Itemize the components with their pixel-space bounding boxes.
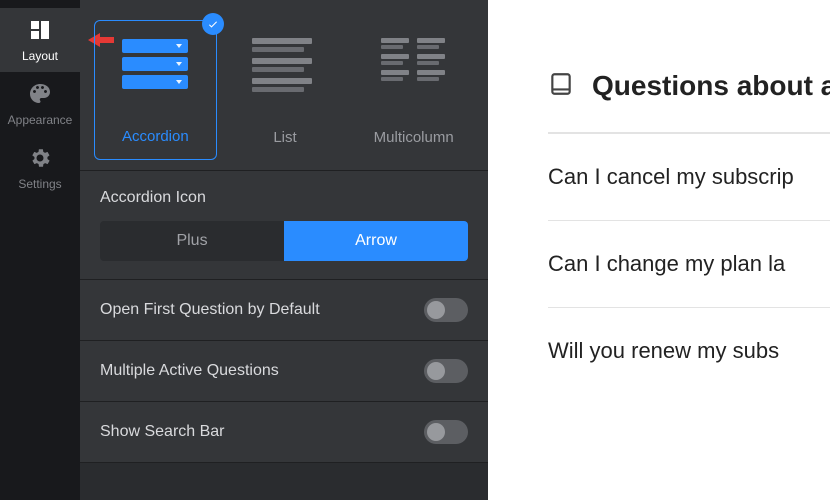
layout-option-label: Multicolumn xyxy=(374,129,454,146)
toggle-switch[interactable] xyxy=(424,359,468,383)
layout-option-multicolumn[interactable]: Multicolumn xyxy=(353,20,474,160)
sidebar-item-layout[interactable]: Layout xyxy=(0,8,80,72)
layout-option-accordion[interactable]: Accordion xyxy=(94,20,217,160)
accordion-icon-segmented: Plus Arrow xyxy=(100,221,468,261)
multicolumn-thumb-icon xyxy=(381,38,447,81)
faq-question-item[interactable]: Will you renew my subs xyxy=(548,307,830,394)
book-icon xyxy=(548,71,574,102)
sidebar-item-settings[interactable]: Settings xyxy=(0,136,80,200)
toggle-switch[interactable] xyxy=(424,298,468,322)
toggle-open-first-question: Open First Question by Default xyxy=(80,280,488,341)
layout-option-label: List xyxy=(273,129,296,146)
preview-header: Questions about al xyxy=(548,70,830,102)
sidebar-item-label: Settings xyxy=(18,177,61,191)
config-panel: Accordion List xyxy=(80,0,488,500)
preview-area: Questions about al Can I cancel my subsc… xyxy=(488,0,830,500)
layout-option-list[interactable]: List xyxy=(225,20,346,160)
layout-options: Accordion List xyxy=(80,0,488,171)
accordion-icon-section: Accordion Icon Plus Arrow xyxy=(80,171,488,280)
section-title: Accordion Icon xyxy=(100,189,468,207)
layout-icon xyxy=(28,18,52,45)
toggle-multiple-active-questions: Multiple Active Questions xyxy=(80,341,488,402)
faq-question-item[interactable]: Can I change my plan la xyxy=(548,220,830,307)
toggle-label: Open First Question by Default xyxy=(100,301,320,319)
sidebar-item-label: Layout xyxy=(22,49,58,63)
layout-option-label: Accordion xyxy=(122,128,189,145)
accordion-thumb-icon xyxy=(122,39,188,89)
toggle-label: Multiple Active Questions xyxy=(100,362,279,380)
list-thumb-icon xyxy=(252,38,318,94)
sidebar-item-appearance[interactable]: Appearance xyxy=(0,72,80,136)
gear-icon xyxy=(28,146,52,173)
toggle-switch[interactable] xyxy=(424,420,468,444)
preview-title: Questions about al xyxy=(592,70,830,102)
toggle-label: Show Search Bar xyxy=(100,423,225,441)
toggle-show-search-bar: Show Search Bar xyxy=(80,402,488,463)
faq-question-item[interactable]: Can I cancel my subscrip xyxy=(548,133,830,220)
segment-plus[interactable]: Plus xyxy=(100,221,284,261)
segment-arrow[interactable]: Arrow xyxy=(284,221,468,261)
sidebar-item-label: Appearance xyxy=(8,113,73,127)
checkmark-badge-icon xyxy=(202,13,224,35)
palette-icon xyxy=(28,82,52,109)
sidebar: Layout Appearance Settings xyxy=(0,0,80,500)
